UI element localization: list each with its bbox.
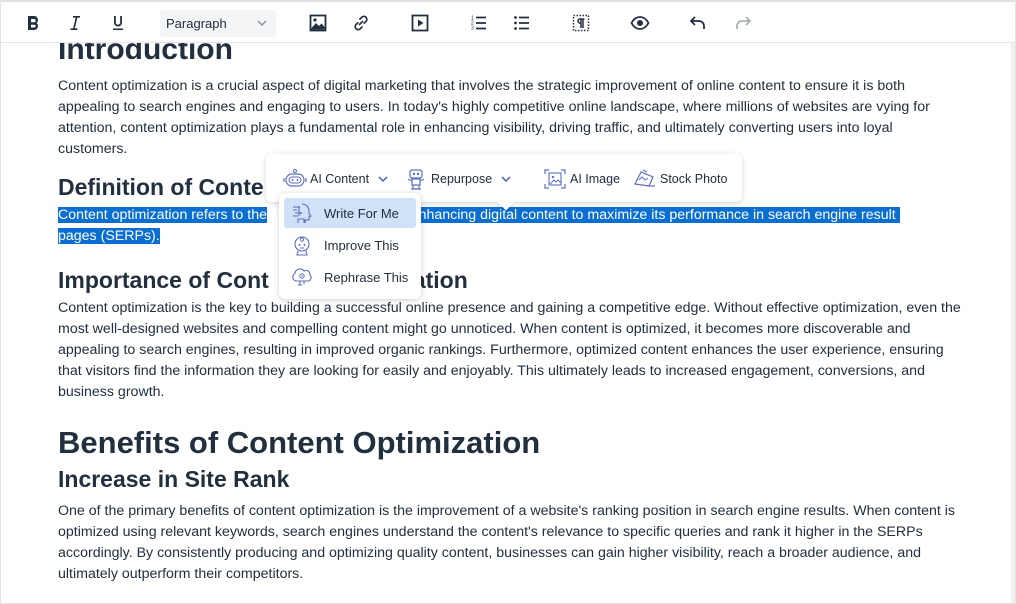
heading-importance: Importance of Cont ation [58,267,468,293]
ai-content-button[interactable]: AI Content [283,166,389,192]
show-blocks-icon [572,14,590,32]
bullet-list-button[interactable] [509,10,535,36]
block-format-select[interactable]: Paragraph [160,10,276,37]
paragraph-site-rank: One of the primary benefits of content o… [58,503,955,582]
bold-button[interactable] [20,10,46,36]
repurpose-robot-icon [407,169,425,190]
insert-link-button[interactable] [348,10,374,36]
menu-item-label: Write For Me [324,205,399,221]
insert-image-button[interactable] [305,10,331,36]
underline-button[interactable] [105,10,131,36]
document-body[interactable]: Introduction Content optimization is a c… [58,30,963,585]
ai-image-icon [544,169,566,189]
rephrase-this-icon [292,268,312,286]
selected-text-line2: pages (SERPs). [58,228,160,244]
repurpose-label: Repurpose [431,172,493,186]
selected-text-start: Content optimization refers to the [58,207,267,223]
editor-frame: Paragraph 123 Introduction Content optim… [0,0,1016,604]
chevron-down-icon [257,20,267,27]
repurpose-button[interactable]: Repurpose [404,166,512,192]
redo-icon [736,16,752,29]
show-blocks-button[interactable] [568,10,594,36]
ai-content-label: AI Content [310,172,370,186]
svg-text:3: 3 [471,26,474,32]
ai-robot-icon [283,169,307,187]
menu-item-write-for-me[interactable]: Write For Me [284,198,416,228]
image-icon [309,14,327,32]
preview-button[interactable] [627,10,653,36]
block-format-value: Paragraph [166,16,227,31]
chevron-down-icon [378,176,388,183]
redo-button[interactable] [730,10,756,36]
stock-photo-button[interactable]: Stock Photo [633,166,727,192]
ordered-list-icon: 123 [471,16,486,32]
italic-button[interactable] [62,10,88,36]
italic-icon [70,16,80,30]
bold-icon [28,16,38,30]
editor-toolbar: Paragraph 123 [1,2,1015,43]
ai-image-label: AI Image [570,172,621,186]
ai-content-dropdown-menu: Write For Me Improve This Rephrase This [279,193,421,299]
paragraph-definition-selected: Content optimization refers to the nd enh… [58,205,963,247]
improve-this-icon [294,236,310,256]
eye-icon [630,16,650,30]
undo-icon [689,16,705,29]
ai-image-button[interactable]: AI Image [543,166,620,192]
write-for-me-icon [293,203,312,223]
insert-media-button[interactable] [407,10,433,36]
menu-item-label: Rephrase This [324,269,409,285]
menu-item-rephrase-this[interactable]: Rephrase This [284,262,416,292]
paragraph-introduction: Content optimization is a crucial aspect… [58,78,930,157]
bullet-list-icon [514,16,529,30]
paragraph-importance: Content optimization is the key to build… [58,300,961,400]
heading-benefits: Benefits of Content Optimization [58,425,541,460]
underline-icon [113,16,123,30]
ordered-list-button[interactable]: 123 [466,10,492,36]
stock-photo-label: Stock Photo [660,172,728,186]
selected-text-end: nd enhancing digital content to maximize… [390,207,896,223]
menu-item-improve-this[interactable]: Improve This [284,230,416,260]
menu-item-label: Improve This [324,237,399,253]
chevron-down-icon [501,176,511,183]
media-play-icon [411,14,429,32]
stock-photo-icon [634,169,655,187]
heading-site-rank: Increase in Site Rank [58,466,290,492]
link-icon [354,15,368,31]
scrollbar[interactable] [1011,43,1015,603]
undo-button[interactable] [685,10,711,36]
